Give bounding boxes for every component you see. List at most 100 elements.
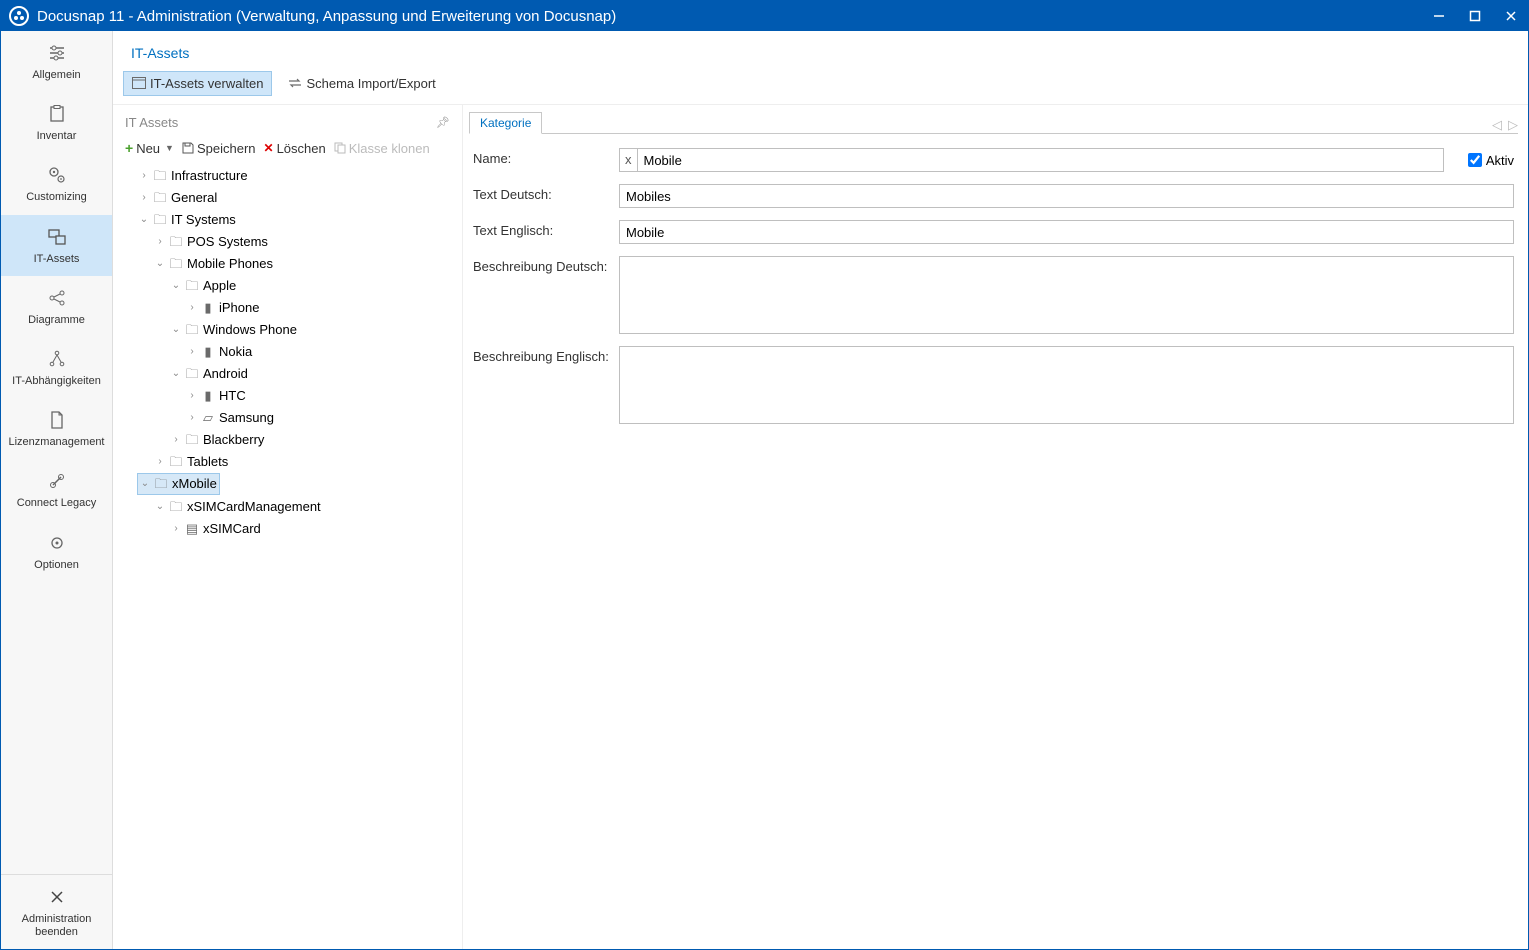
tree-label: xSIMCard <box>203 519 261 539</box>
titlebar: Docusnap 11 - Administration (Verwaltung… <box>1 1 1528 31</box>
expander-icon[interactable]: › <box>139 166 149 186</box>
window-title: Docusnap 11 - Administration (Verwaltung… <box>37 8 1430 25</box>
subnav-manage-button[interactable]: IT-Assets verwalten <box>123 71 272 96</box>
plug-icon <box>45 469 69 493</box>
expander-icon[interactable]: ⌄ <box>171 320 181 340</box>
folder-icon: 🗀 <box>169 232 183 252</box>
sidebar-item-label: IT-Abhängigkeiten <box>12 375 101 388</box>
expander-icon[interactable]: › <box>155 232 165 252</box>
aktiv-checkbox[interactable] <box>1468 153 1482 167</box>
close-button[interactable] <box>1502 7 1520 25</box>
tab-kategorie[interactable]: Kategorie <box>469 112 542 134</box>
tree-node-general[interactable]: ›🗀General <box>137 188 219 208</box>
tree-label: Windows Phone <box>203 320 297 340</box>
sidebar-item-optionen[interactable]: Optionen <box>1 521 112 582</box>
tree-node-tablets[interactable]: ›🗀Tablets <box>153 452 230 472</box>
save-icon <box>182 142 194 154</box>
sidebar-item-label: IT-Assets <box>34 253 80 266</box>
label-desc-en: Beschreibung Englisch: <box>473 346 619 364</box>
tree-node-mobilephones[interactable]: ⌄🗀Mobile Phones <box>153 254 275 274</box>
folder-icon: 🗀 <box>185 430 199 450</box>
expander-icon[interactable]: ⌄ <box>155 497 165 517</box>
tree-node-iphone[interactable]: ›▮iPhone <box>185 298 261 318</box>
desc-en-textarea[interactable] <box>619 346 1514 424</box>
content-area: IT-Assets IT-Assets verwalten Schema Imp… <box>113 31 1528 949</box>
sidebar-item-label: Diagramme <box>28 314 85 327</box>
form-panel: Kategorie ◁ ▷ Name: x <box>463 105 1528 949</box>
expander-icon[interactable]: › <box>187 408 197 428</box>
sidebar-item-it-assets[interactable]: IT-Assets <box>1 215 112 276</box>
clone-label: Klasse klonen <box>349 141 430 156</box>
name-input[interactable] <box>637 148 1444 172</box>
pin-icon[interactable]: 📌︎ <box>436 116 450 129</box>
tree-toolbar: +Neu▼ Speichern ✕Löschen Klasse klonen <box>117 138 458 164</box>
tree-node-winphone[interactable]: ⌄🗀Windows Phone <box>169 320 299 340</box>
sidebar-item-diagramme[interactable]: Diagramme <box>1 276 112 337</box>
tree-node-pos[interactable]: ›🗀POS Systems <box>153 232 270 252</box>
tab-prev-icon[interactable]: ◁ <box>1492 117 1502 133</box>
sidebar-item-lizenzmanagement[interactable]: Lizenzmanagement <box>1 398 112 459</box>
sidebar-item-connect-legacy[interactable]: Connect Legacy <box>1 459 112 520</box>
expander-icon[interactable]: ⌄ <box>155 254 165 274</box>
tree-node-apple[interactable]: ⌄🗀Apple <box>169 276 238 296</box>
sub-navigation: IT-Assets verwalten Schema Import/Export <box>113 71 1528 104</box>
tree-node-blackberry[interactable]: ›🗀Blackberry <box>169 430 266 450</box>
tab-nav-arrows: ◁ ▷ <box>1492 117 1518 133</box>
expander-icon[interactable]: › <box>155 452 165 472</box>
new-button[interactable]: +Neu▼ <box>125 140 174 156</box>
text-de-input[interactable] <box>619 184 1514 208</box>
plus-icon: + <box>125 140 133 156</box>
folder-icon: 🗀 <box>169 452 183 472</box>
sidebar-item-customizing[interactable]: Customizing <box>1 153 112 214</box>
gears-icon <box>45 163 69 187</box>
aktiv-checkbox-wrap[interactable]: Aktiv <box>1468 153 1514 168</box>
delete-label: Löschen <box>277 141 326 156</box>
tree-label: Blackberry <box>203 430 264 450</box>
dependency-icon <box>45 347 69 371</box>
folder-icon: 🗀 <box>154 474 168 494</box>
sidebar-item-exit[interactable]: Administration beenden <box>1 875 112 949</box>
sidebar-item-label: Allgemein <box>32 69 80 82</box>
expander-icon[interactable]: ⌄ <box>139 210 149 230</box>
label-text-en: Text Englisch: <box>473 220 619 238</box>
tree-node-xmobile[interactable]: ⌄🗀xMobile <box>137 473 220 495</box>
maximize-button[interactable] <box>1466 7 1484 25</box>
x-icon: ✕ <box>264 141 274 155</box>
tree-node-infrastructure[interactable]: ›🗀Infrastructure <box>137 166 250 186</box>
minimize-button[interactable] <box>1430 7 1448 25</box>
save-button[interactable]: Speichern <box>182 141 256 156</box>
tree-node-samsung[interactable]: ›▱Samsung <box>185 408 276 428</box>
copy-icon <box>334 142 346 154</box>
expander-icon[interactable]: › <box>187 342 197 362</box>
expander-icon[interactable]: › <box>139 188 149 208</box>
text-en-input[interactable] <box>619 220 1514 244</box>
window-icon <box>132 77 146 91</box>
tree-node-xsimcard[interactable]: ›▤xSIMCard <box>169 519 263 539</box>
tree-node-xsimcardmgmt[interactable]: ⌄🗀xSIMCardManagement <box>153 497 323 517</box>
delete-button[interactable]: ✕Löschen <box>264 141 326 156</box>
sidebar-item-abhaengigkeiten[interactable]: IT-Abhängigkeiten <box>1 337 112 398</box>
sidebar-item-allgemein[interactable]: Allgemein <box>1 31 112 92</box>
tree-label: IT Systems <box>171 210 236 230</box>
expander-icon[interactable]: ⌄ <box>171 364 181 384</box>
tree-label: HTC <box>219 386 246 406</box>
tree-node-nokia[interactable]: ›▮Nokia <box>185 342 254 362</box>
expander-icon[interactable]: ⌄ <box>171 276 181 296</box>
expander-icon[interactable]: › <box>171 519 181 539</box>
asset-tree[interactable]: ›🗀Infrastructure ›🗀General ⌄🗀IT Systems … <box>117 164 458 943</box>
expander-icon[interactable]: › <box>171 430 181 450</box>
subnav-schema-button[interactable]: Schema Import/Export <box>280 71 443 96</box>
name-prefix: x <box>619 148 637 172</box>
tree-panel: IT Assets 📌︎ +Neu▼ Speichern ✕Löschen Kl… <box>113 105 463 949</box>
tree-node-htc[interactable]: ›▮HTC <box>185 386 248 406</box>
expander-icon[interactable]: › <box>187 298 197 318</box>
expander-icon[interactable]: ⌄ <box>140 474 150 494</box>
expander-icon[interactable]: › <box>187 386 197 406</box>
sidebar-item-inventar[interactable]: Inventar <box>1 92 112 153</box>
desc-de-textarea[interactable] <box>619 256 1514 334</box>
clone-button: Klasse klonen <box>334 141 430 156</box>
tree-node-itsystems[interactable]: ⌄🗀IT Systems <box>137 210 238 230</box>
tab-strip: Kategorie <box>469 111 542 133</box>
tree-node-android[interactable]: ⌄🗀Android <box>169 364 250 384</box>
tab-next-icon[interactable]: ▷ <box>1508 117 1518 133</box>
